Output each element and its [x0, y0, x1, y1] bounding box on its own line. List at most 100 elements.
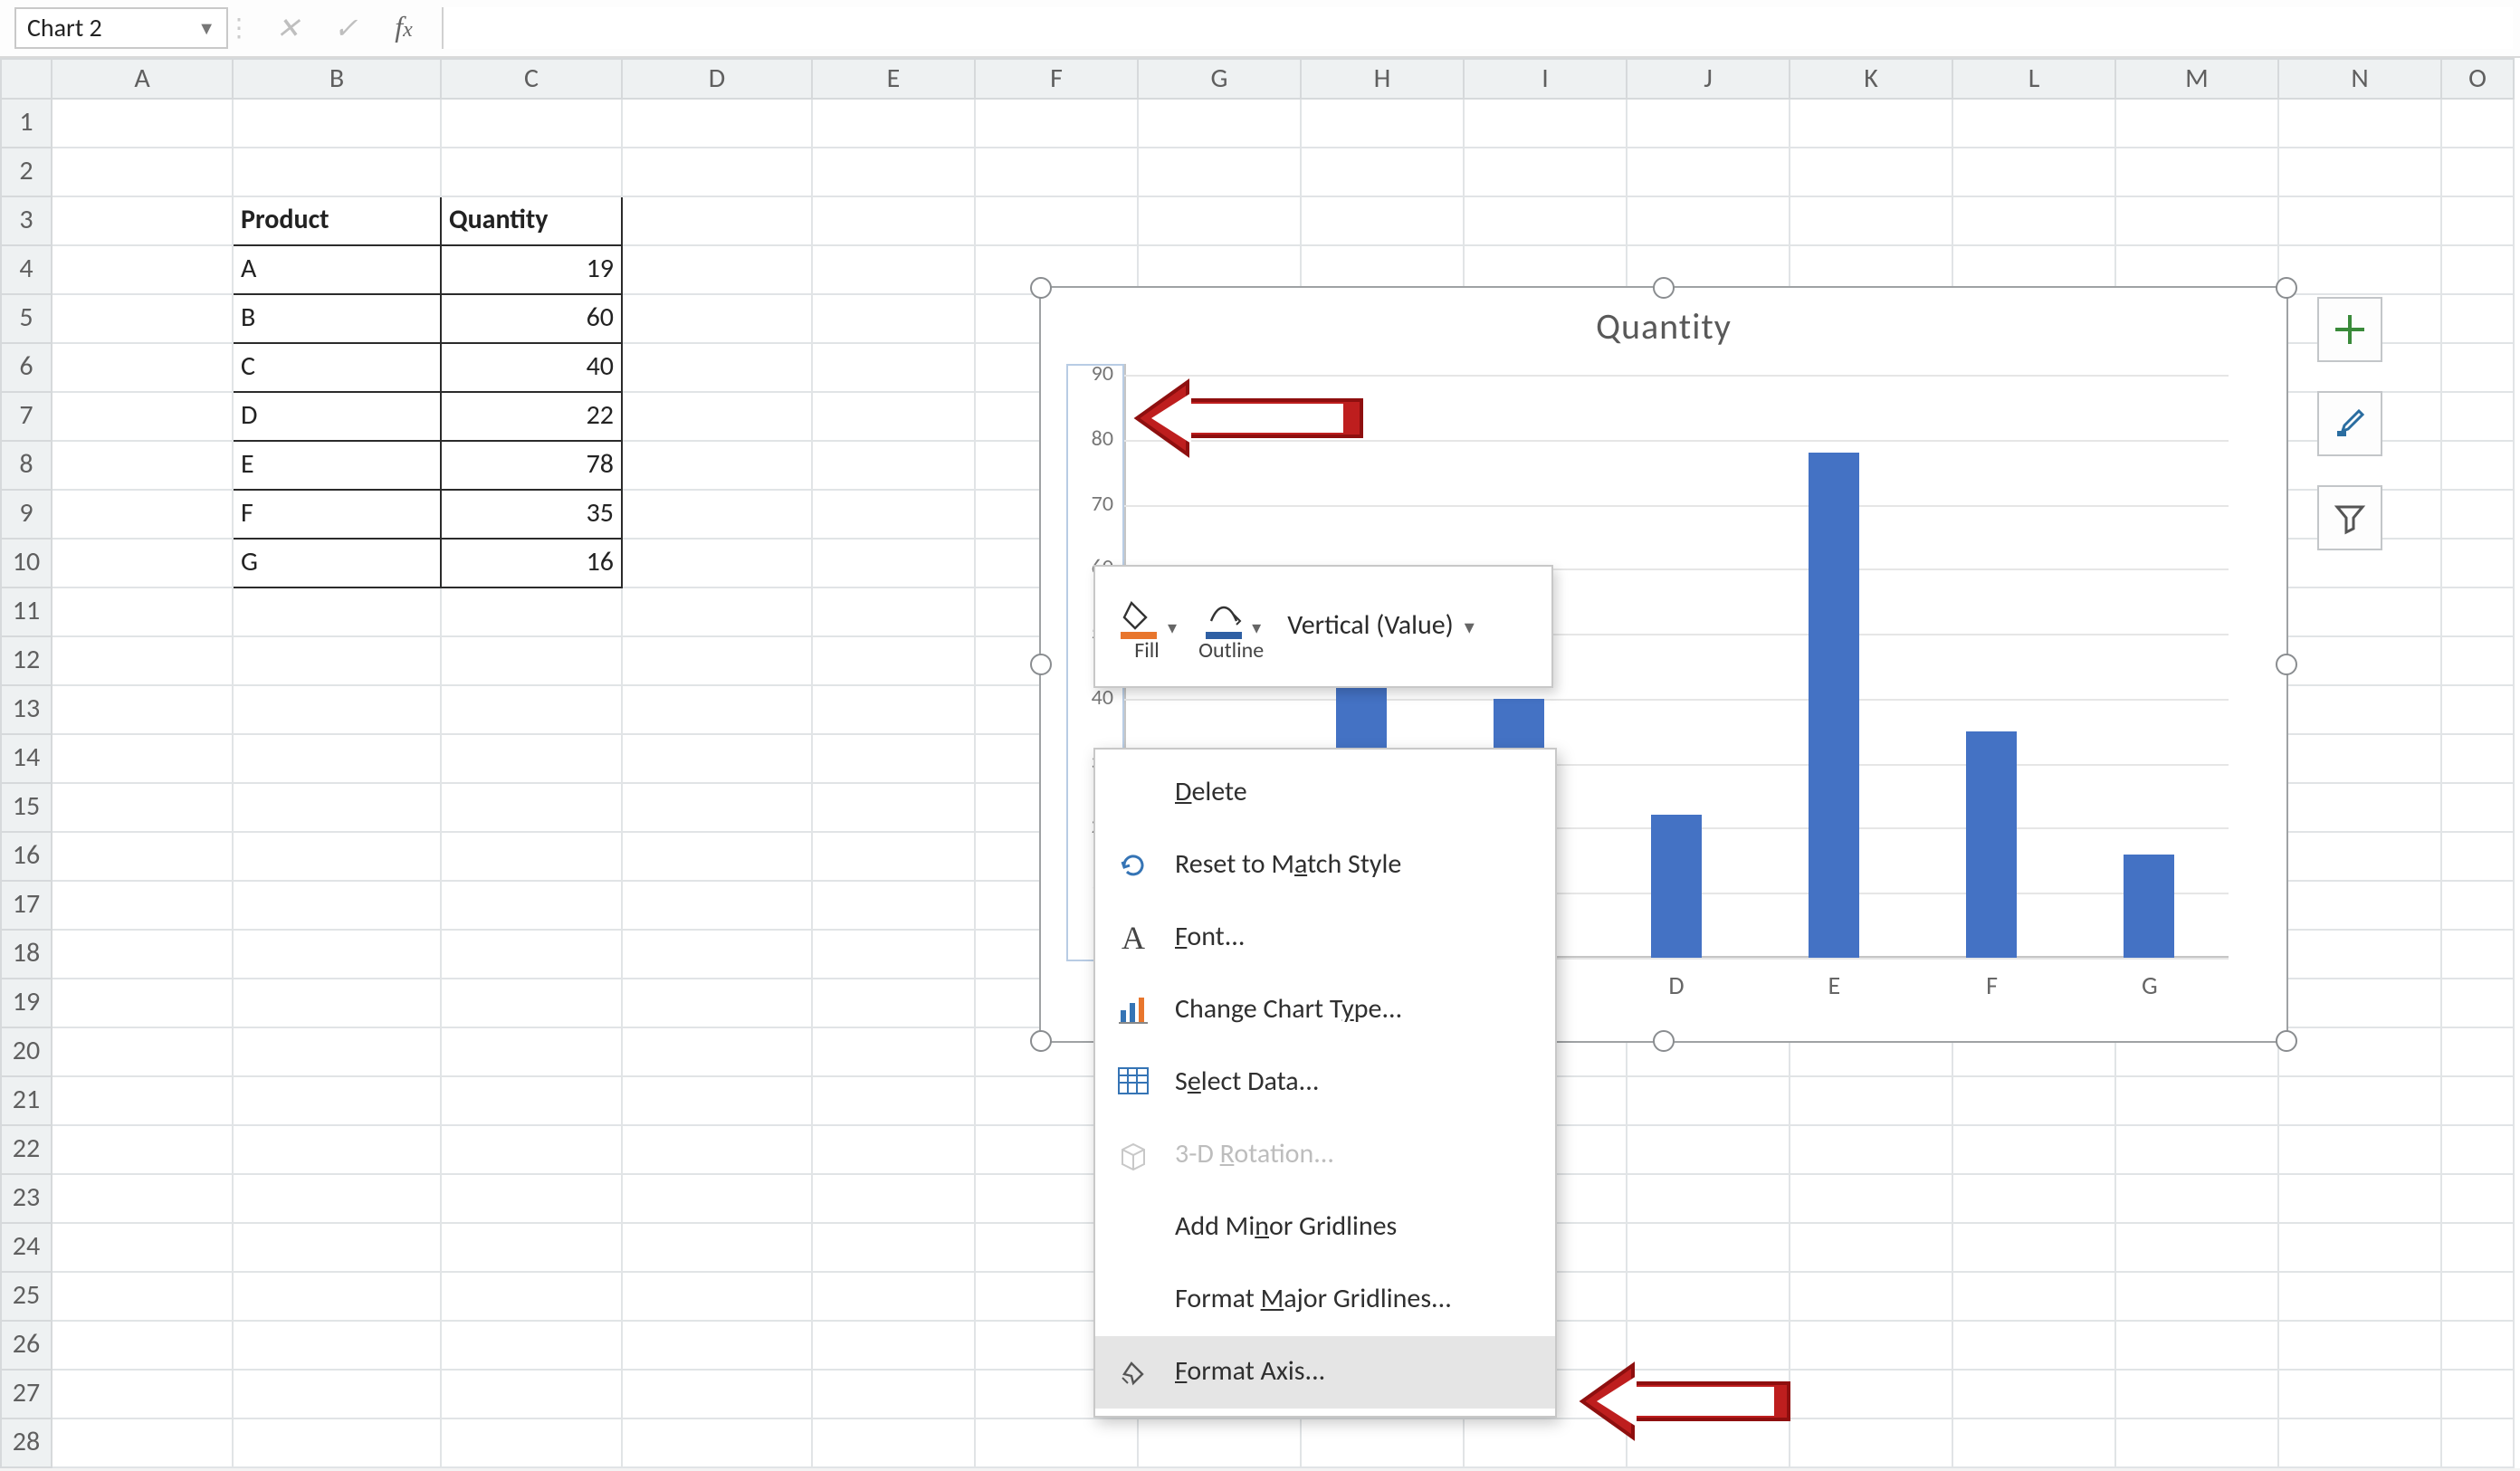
- row-header[interactable]: 5: [1, 294, 52, 343]
- fx-icon[interactable]: fx: [387, 12, 420, 44]
- cell[interactable]: [1627, 1125, 1790, 1174]
- cell[interactable]: 19: [441, 245, 622, 294]
- cell[interactable]: [622, 99, 812, 148]
- cell[interactable]: [2278, 734, 2441, 783]
- cell[interactable]: [622, 392, 812, 441]
- cell[interactable]: [622, 636, 812, 685]
- cell[interactable]: [52, 343, 233, 392]
- cell[interactable]: [52, 539, 233, 587]
- col-header[interactable]: E: [812, 59, 975, 99]
- cell[interactable]: [441, 881, 622, 930]
- cell[interactable]: [441, 1076, 622, 1125]
- cell[interactable]: [2278, 587, 2441, 636]
- menu-font[interactable]: A Font...: [1095, 902, 1555, 974]
- row-header[interactable]: 12: [1, 636, 52, 685]
- cell[interactable]: [441, 1174, 622, 1223]
- cell[interactable]: [812, 979, 975, 1027]
- cell[interactable]: [52, 1027, 233, 1076]
- cell[interactable]: [622, 734, 812, 783]
- cell[interactable]: [1790, 99, 1952, 148]
- cell[interactable]: [52, 245, 233, 294]
- cell[interactable]: [441, 148, 622, 196]
- cell[interactable]: [233, 1174, 441, 1223]
- cell[interactable]: [1627, 148, 1790, 196]
- cell[interactable]: [812, 148, 975, 196]
- cell[interactable]: [2278, 1027, 2441, 1076]
- cell[interactable]: [2115, 148, 2278, 196]
- cell[interactable]: [2441, 148, 2514, 196]
- cell[interactable]: [812, 1272, 975, 1321]
- cell[interactable]: [2278, 196, 2441, 245]
- cell[interactable]: [441, 930, 622, 979]
- cell[interactable]: 22: [441, 392, 622, 441]
- cell[interactable]: [2441, 1076, 2514, 1125]
- cell[interactable]: [1627, 1223, 1790, 1272]
- cell[interactable]: [2278, 1223, 2441, 1272]
- cell[interactable]: [1790, 1272, 1952, 1321]
- cell[interactable]: [441, 783, 622, 832]
- name-box[interactable]: Chart 2 ▼: [14, 7, 228, 49]
- col-header[interactable]: F: [975, 59, 1138, 99]
- chart-elements-button[interactable]: [2317, 297, 2382, 362]
- cell[interactable]: [2441, 881, 2514, 930]
- cell[interactable]: [812, 441, 975, 490]
- cell[interactable]: [52, 1174, 233, 1223]
- cell[interactable]: [622, 1370, 812, 1418]
- cell[interactable]: [2441, 196, 2514, 245]
- cell[interactable]: [52, 392, 233, 441]
- cell[interactable]: [812, 1418, 975, 1467]
- cell[interactable]: [441, 832, 622, 881]
- row-header[interactable]: 2: [1, 148, 52, 196]
- cell[interactable]: [622, 1174, 812, 1223]
- cell[interactable]: [441, 1223, 622, 1272]
- cell[interactable]: [233, 636, 441, 685]
- select-all-corner[interactable]: [1, 59, 52, 99]
- cell[interactable]: [2115, 1321, 2278, 1370]
- cell[interactable]: [2278, 148, 2441, 196]
- cell[interactable]: [1301, 1418, 1464, 1467]
- cell[interactable]: G: [233, 539, 441, 587]
- row-header[interactable]: 27: [1, 1370, 52, 1418]
- cell[interactable]: [622, 1076, 812, 1125]
- cell[interactable]: [52, 881, 233, 930]
- cell[interactable]: [2278, 783, 2441, 832]
- cell[interactable]: [2115, 1174, 2278, 1223]
- formula-input[interactable]: [442, 7, 2513, 49]
- cell[interactable]: [233, 1027, 441, 1076]
- cell[interactable]: [2441, 99, 2514, 148]
- cell[interactable]: [2441, 1370, 2514, 1418]
- row-header[interactable]: 10: [1, 539, 52, 587]
- cell[interactable]: [233, 1370, 441, 1418]
- col-header[interactable]: G: [1138, 59, 1301, 99]
- cell[interactable]: [2278, 1076, 2441, 1125]
- cell[interactable]: [52, 490, 233, 539]
- resize-handle[interactable]: [2276, 1030, 2297, 1052]
- cell[interactable]: [1790, 1076, 1952, 1125]
- col-header[interactable]: I: [1464, 59, 1627, 99]
- bar[interactable]: [1967, 731, 2018, 958]
- cell[interactable]: [1627, 1076, 1790, 1125]
- cell[interactable]: [441, 685, 622, 734]
- row-header[interactable]: 15: [1, 783, 52, 832]
- cell[interactable]: [2441, 245, 2514, 294]
- cell[interactable]: [622, 783, 812, 832]
- col-header[interactable]: J: [1627, 59, 1790, 99]
- cell[interactable]: [52, 587, 233, 636]
- resize-handle[interactable]: [1653, 277, 1675, 299]
- cell[interactable]: [1301, 148, 1464, 196]
- cell[interactable]: [52, 636, 233, 685]
- cell[interactable]: [812, 930, 975, 979]
- cell[interactable]: [1464, 99, 1627, 148]
- cell[interactable]: [2278, 685, 2441, 734]
- cell[interactable]: [812, 392, 975, 441]
- cell[interactable]: [2278, 99, 2441, 148]
- cell[interactable]: [1301, 196, 1464, 245]
- row-header[interactable]: 18: [1, 930, 52, 979]
- row-header[interactable]: 21: [1, 1076, 52, 1125]
- cell[interactable]: [2441, 490, 2514, 539]
- cell[interactable]: [2441, 294, 2514, 343]
- cell[interactable]: [2441, 587, 2514, 636]
- cell[interactable]: [1952, 1125, 2115, 1174]
- resize-handle[interactable]: [1030, 1030, 1052, 1052]
- cell[interactable]: E: [233, 441, 441, 490]
